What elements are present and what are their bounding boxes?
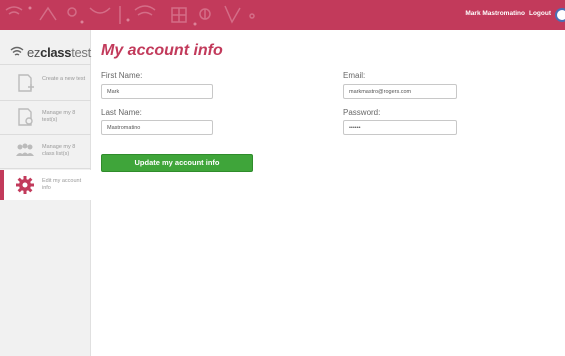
sidebar-item-label: Edit my account info — [42, 178, 82, 191]
new-test-icon — [18, 74, 34, 92]
first-name-field[interactable]: Mark — [101, 84, 213, 99]
sidebar-item-create-test[interactable]: Create a new test — [0, 68, 91, 98]
sidebar-item-label: Create a new test — [42, 76, 86, 82]
first-name-label: First Name: — [101, 71, 143, 80]
logo-text-test: test — [71, 44, 91, 60]
email-field[interactable]: markmastro@rogers.com — [343, 84, 457, 99]
help-icon[interactable] — [555, 8, 565, 22]
ezclasstest-logo[interactable]: ez class test — [10, 42, 91, 62]
sidebar-item-class-lists[interactable]: Manage my 8 class list(s) — [0, 136, 91, 166]
last-name-label: Last Name: — [101, 108, 142, 117]
sidebar-item-label: Manage my 8 class list(s) — [42, 144, 76, 157]
header-pattern-icon — [0, 0, 260, 30]
email-label: Email: — [343, 71, 366, 80]
divider — [0, 134, 91, 135]
update-account-button[interactable]: Update my account info — [101, 154, 253, 172]
password-field[interactable]: •••••• — [343, 120, 457, 135]
sidebar: ez class test Create a new test Manage my … — [0, 30, 91, 356]
active-indicator — [0, 170, 4, 200]
divider — [0, 168, 91, 169]
password-label: Password: — [343, 108, 381, 117]
logout-link[interactable]: Logout — [529, 10, 551, 17]
sidebar-item-manage-tests[interactable]: Manage my 8 test(s) — [0, 102, 91, 132]
class-list-icon — [16, 143, 34, 156]
divider — [0, 100, 91, 101]
top-bar: Mark Mastromatino Logout — [0, 0, 565, 30]
divider — [0, 64, 91, 65]
last-name-field[interactable]: Mastromatino — [101, 120, 213, 135]
user-name: Mark Mastromatino — [465, 10, 525, 17]
manage-tests-icon — [18, 108, 33, 126]
logo-text-class: class — [40, 44, 72, 60]
wifi-logo-icon — [10, 46, 24, 56]
sidebar-item-account-info[interactable]: Edit my account info — [0, 170, 91, 200]
page-title: My account info — [101, 42, 223, 59]
sidebar-item-label: Manage my 8 test(s) — [42, 110, 76, 123]
logo-text-ez: ez — [27, 44, 41, 60]
gear-icon — [16, 176, 34, 194]
